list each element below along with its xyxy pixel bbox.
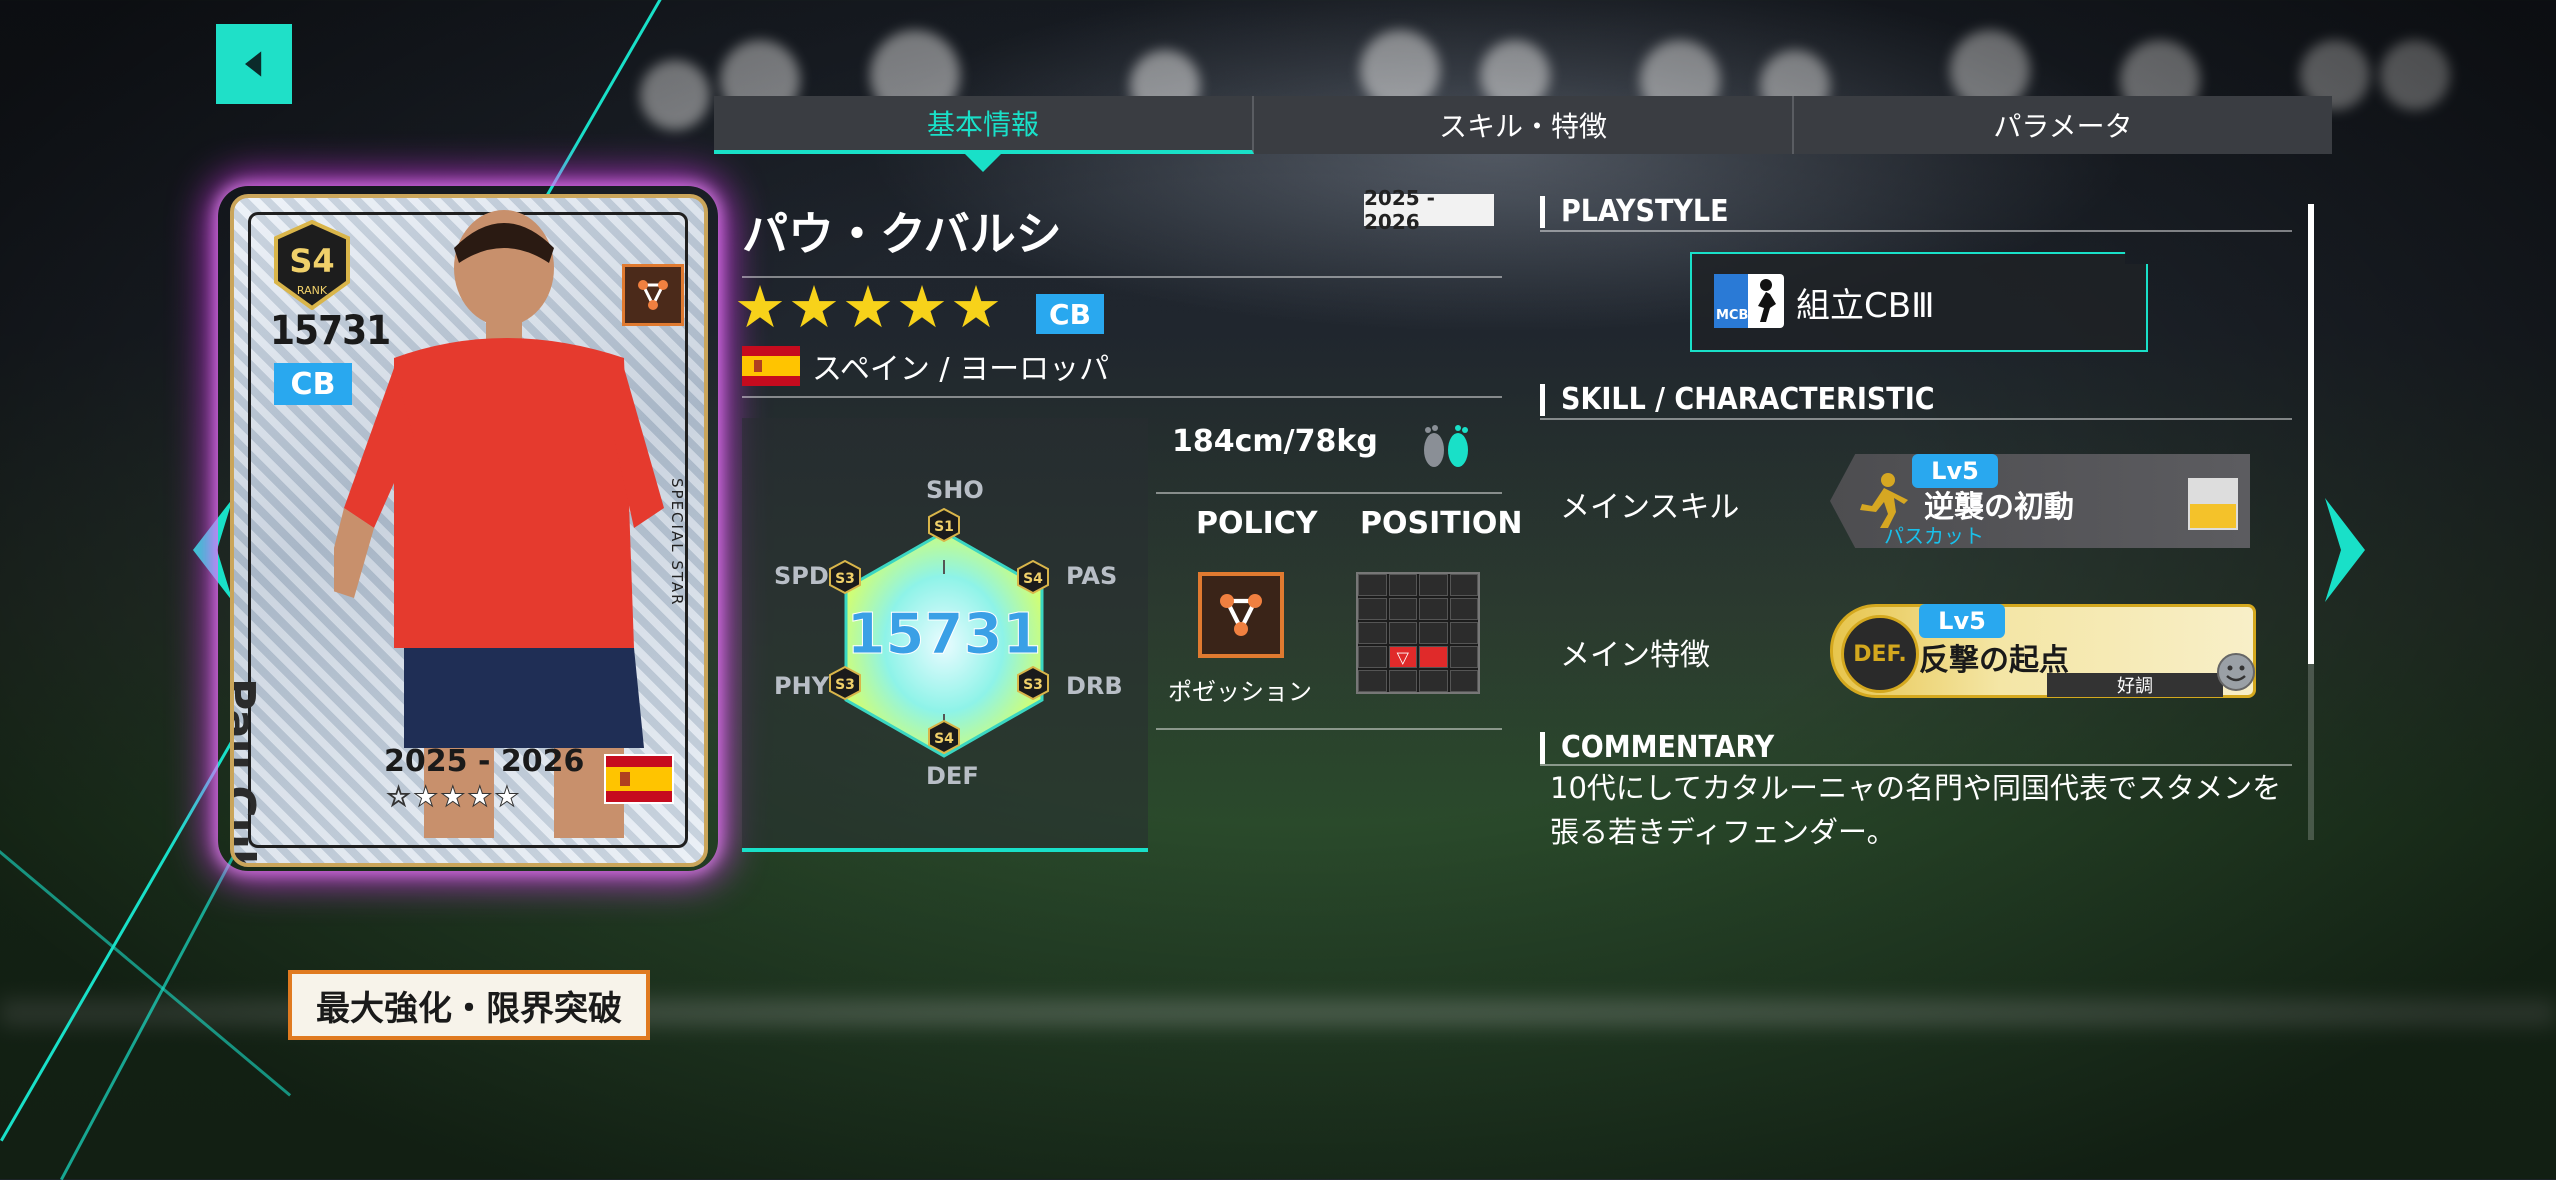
stat-label-def: DEF xyxy=(926,762,979,790)
divider xyxy=(742,396,1502,398)
limit-break-button[interactable]: 最大強化・限界突破 xyxy=(288,970,650,1040)
policy-heading: POLICY xyxy=(1196,506,1318,541)
skill-heading: SKILL / CHARACTERISTIC xyxy=(1540,384,1935,416)
def-emblem-icon: DEF. xyxy=(1841,615,1919,693)
main-skill-label: メインスキル xyxy=(1560,490,1740,525)
divider xyxy=(1540,230,2292,232)
skill-shirt-icon xyxy=(2188,478,2238,530)
commentary-heading: COMMENTARY xyxy=(1540,732,1774,764)
playstyle-card[interactable]: MCB 組立CBⅢ xyxy=(1690,252,2148,352)
position-badge: CB xyxy=(1036,294,1104,334)
card-rating: 15731 xyxy=(270,308,391,354)
position-heading: POSITION xyxy=(1360,506,1523,541)
tab-basic-info[interactable]: 基本情報 xyxy=(714,96,1254,172)
stat-hexagon-panel: 15731 SHO PAS DRB DEF PHY SPD S1 S4 S3 S… xyxy=(742,418,1148,852)
footedness-icon xyxy=(1424,425,1468,467)
playstyle-heading: PLAYSTYLE xyxy=(1540,196,1729,228)
stat-label-spd: SPD xyxy=(774,562,829,590)
stat-label-phy: PHY xyxy=(774,672,830,700)
svg-text:S4: S4 xyxy=(289,242,334,280)
card-season: 2025 - 2026 xyxy=(384,744,585,779)
rarity-stars: ★★★★★ xyxy=(734,273,1004,341)
card-position-badge: CB xyxy=(274,363,352,405)
tab-parameters[interactable]: パラメータ xyxy=(1794,96,2332,154)
commentary-text: 10代にしてカタルーニャの名門や同国代表でスタメンを張る若きディフェンダー。 xyxy=(1550,771,2282,849)
position-map[interactable]: ▽ xyxy=(1356,572,1480,694)
card-special-text: SPECIAL STAR xyxy=(668,478,686,607)
stat-label-drb: DRB xyxy=(1066,672,1123,700)
position-marker: ▽ xyxy=(1388,646,1417,668)
skill-type: パスカット xyxy=(1884,524,1984,548)
stat-rank-phy: S3 xyxy=(829,666,861,700)
scroll-thumb[interactable] xyxy=(2308,204,2314,664)
stat-total: 15731 xyxy=(846,602,1042,668)
back-arrow-icon xyxy=(245,51,262,77)
main-skill-card[interactable]: Lv5 逆襲の初動 パスカット xyxy=(1830,454,2250,548)
player-card[interactable]: S4 RANK 15731 CB Pau Cubarsí SPECIAL STA… xyxy=(218,186,718,871)
height-weight: 184cm/78kg xyxy=(1172,424,1378,459)
chevron-right-icon[interactable] xyxy=(2312,490,2382,610)
tab-skills-traits[interactable]: スキル・特徴 xyxy=(1254,96,1794,154)
svg-text:S1: S1 xyxy=(934,519,954,535)
nationality: スペイン / ヨーロッパ xyxy=(812,352,1110,387)
stat-label-sho: SHO xyxy=(926,476,984,504)
svg-text:S3: S3 xyxy=(835,571,855,587)
smiley-face-icon xyxy=(2217,653,2255,691)
divider xyxy=(1156,728,1502,730)
card-stars: ☆★★★★ xyxy=(386,780,522,814)
svg-text:S3: S3 xyxy=(1023,677,1043,693)
back-button[interactable] xyxy=(216,24,292,104)
svg-text:S4: S4 xyxy=(1023,571,1043,587)
scroll-track xyxy=(2308,664,2314,840)
trait-level-badge: Lv5 xyxy=(1919,604,2005,638)
playstyle-label: 組立CBⅢ xyxy=(1796,286,1935,326)
svg-text:S4: S4 xyxy=(934,731,954,747)
policy-label: ポゼッション xyxy=(1168,678,1312,706)
rank-badge-icon: S4 RANK xyxy=(274,220,350,310)
spain-flag-icon xyxy=(742,346,800,386)
card-player-name: Pau Cubarsí xyxy=(230,678,264,863)
stat-rank-drb: S3 xyxy=(1017,666,1049,700)
stat-rank-spd: S3 xyxy=(829,560,861,594)
player-name: パウ・クバルシ xyxy=(742,207,1062,261)
stat-rank-sho: S1 xyxy=(928,508,960,542)
tab-bar: 基本情報 スキル・特徴 パラメータ xyxy=(714,96,2332,172)
svg-text:S3: S3 xyxy=(835,677,855,693)
trait-condition: 好調 xyxy=(2047,673,2223,697)
divider xyxy=(1540,418,2292,420)
stat-rank-pas: S4 xyxy=(1017,560,1049,594)
stat-rank-def: S4 xyxy=(928,720,960,754)
card-policy-icon xyxy=(622,264,684,326)
spain-flag-icon xyxy=(604,754,674,804)
stat-label-pas: PAS xyxy=(1066,562,1118,590)
main-trait-card[interactable]: DEF. Lv5 反撃の起点 好調 xyxy=(1830,604,2256,698)
playstyle-icon: MCB xyxy=(1714,274,1784,328)
scrollbar[interactable] xyxy=(2308,204,2314,664)
svg-text:RANK: RANK xyxy=(297,284,328,297)
divider xyxy=(1156,492,1502,494)
possession-triangle-icon[interactable] xyxy=(1198,572,1284,658)
season-tag: 2025 - 2026 xyxy=(1364,186,1494,234)
main-trait-label: メイン特徴 xyxy=(1560,638,1710,673)
